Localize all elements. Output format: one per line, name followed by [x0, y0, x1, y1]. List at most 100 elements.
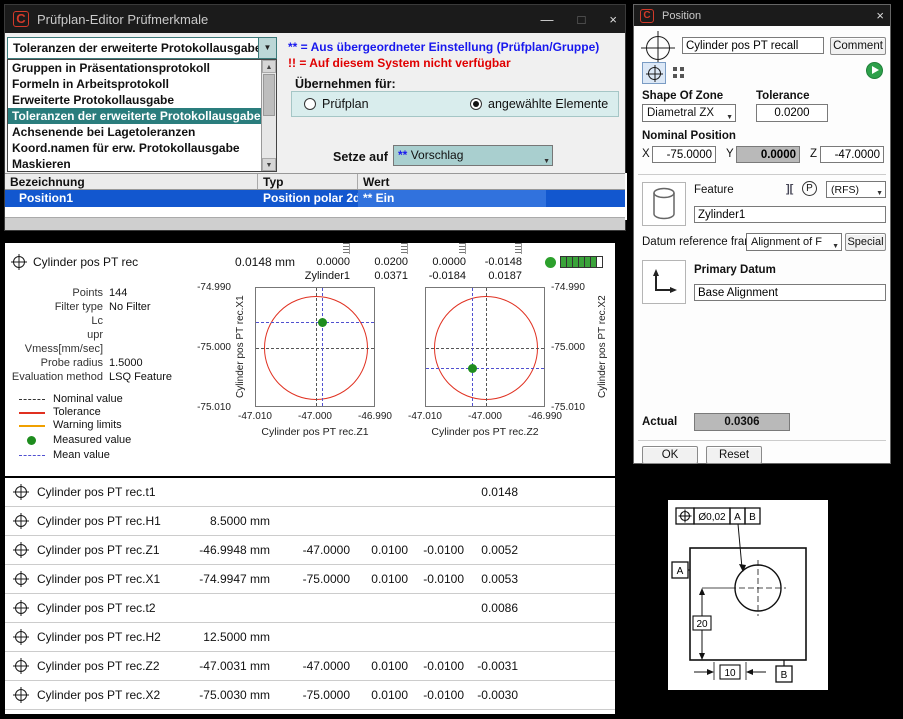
reset-button[interactable]: Reset [706, 446, 762, 464]
zone-shape-dropdown[interactable]: Diametral ZX ▼ [642, 104, 736, 122]
listbox-item[interactable]: Koord.namen für erw. Protokollausgabe [8, 140, 276, 156]
actual-value: 0.0148 mm [210, 255, 295, 269]
nominal-vline [486, 288, 487, 406]
scrollbar-thumb[interactable] [263, 74, 275, 116]
col-bezeichnung[interactable]: Bezeichnung [5, 174, 258, 189]
vertical-dimension: 20 [696, 619, 708, 630]
info-value: 144 [109, 287, 127, 299]
point-pattern-icon[interactable] [670, 64, 688, 82]
editor-client: Toleranzen der erweiterte Protokollausga… [5, 33, 625, 230]
cylinder-feature-icon[interactable] [642, 182, 686, 226]
position-mode-button[interactable] [642, 62, 666, 84]
listbox-item[interactable]: Erweiterte Protokollausgabe [8, 92, 276, 108]
y-tick: -75.000 [191, 342, 231, 353]
legend-label: Warning limits [53, 419, 122, 431]
result-deviation: 0.0148 [470, 485, 518, 499]
listbox-item[interactable]: Achsenende bei Lagetoleranzen [8, 124, 276, 140]
primary-datum-label: Primary Datum [694, 264, 776, 276]
result-row[interactable]: Cylinder pos PT rec.H2 12.5000 mm [5, 623, 615, 652]
col-wert[interactable]: Wert [358, 174, 625, 189]
chevron-down-icon[interactable]: ▼ [543, 152, 550, 166]
comment-button[interactable]: Comment [830, 37, 886, 55]
position-titlebar[interactable]: C Position × [634, 5, 890, 26]
z-nominal-input[interactable] [820, 146, 884, 163]
chevron-down-icon[interactable]: ▼ [258, 38, 276, 58]
datum-icon-box [642, 260, 686, 304]
result-row[interactable]: Cylinder pos PT rec.t2 0.0086 [5, 594, 615, 623]
setze-auf-dropdown[interactable]: ** Vorschlag ▼ [393, 145, 553, 166]
col-typ[interactable]: Typ [258, 174, 358, 189]
result-row[interactable]: Cylinder pos PT rec.Z2 -47.0031 mm -47.0… [5, 652, 615, 681]
radio-elements-label: angewählte Elemente [488, 97, 608, 111]
position-symbol-icon [679, 510, 692, 523]
x-tick: -46.990 [523, 411, 567, 422]
result-row[interactable]: Cylinder pos PT rec.X2 -75.0030 mm -75.0… [5, 681, 615, 710]
position-plot-1 [255, 287, 375, 407]
editor-titlebar[interactable]: C Prüfplan-Editor Prüfmerkmale — □ × [5, 5, 625, 33]
position-symbol-icon [13, 256, 25, 268]
characteristics-table-header: Bezeichnung Typ Wert [5, 173, 625, 190]
maximize-icon[interactable]: □ [578, 12, 586, 27]
feature-value: 0.0371 [358, 270, 408, 282]
protocol-setting-combobox[interactable]: Toleranzen der erweiterte Protokollausga… [7, 37, 277, 59]
y-nominal-input[interactable] [736, 146, 800, 163]
result-deviation: 0.0086 [470, 601, 518, 615]
characteristic-name-input[interactable] [682, 37, 824, 54]
datum-frame-dropdown[interactable]: Alignment of F ▼ [746, 233, 842, 251]
feature-name-input[interactable] [694, 206, 886, 223]
result-lower: -0.0100 [416, 688, 464, 702]
radio-angewaehlte-elemente[interactable] [470, 98, 482, 110]
mean-hline [256, 322, 374, 323]
characteristic-row-position1[interactable]: Position1 Position polar 2d ** Ein [5, 190, 625, 207]
listbox-item-selected[interactable]: Toleranzen der erweiterte Protokollausga… [8, 108, 276, 124]
rfs-dropdown[interactable]: (RFS) ▼ [826, 181, 886, 198]
measured-point [468, 364, 477, 373]
radio-pruefplan[interactable] [304, 98, 316, 110]
result-row[interactable]: Cylinder pos PT rec.Z1 -46.9948 mm -47.0… [5, 536, 615, 565]
tolerance-input[interactable] [756, 104, 828, 122]
primary-datum-input[interactable] [694, 284, 886, 301]
chevron-down-icon[interactable]: ▼ [832, 239, 839, 251]
row-bezeichnung: Position1 [5, 190, 258, 207]
result-actual: -46.9948 mm [175, 543, 270, 557]
chevron-down-icon[interactable]: ▼ [876, 186, 883, 198]
modifier-icon[interactable]: ][ [786, 183, 793, 195]
drawing-svg: Ø0,02 A B A 20 [668, 500, 828, 690]
result-actual: -74.9947 mm [175, 572, 270, 586]
legend-label: Nominal value [53, 393, 123, 405]
result-name: Cylinder pos PT rec.Z1 [37, 543, 160, 557]
listbox-item[interactable]: Maskieren [8, 156, 276, 172]
run-status-icon[interactable] [866, 62, 883, 79]
scroll-up-icon[interactable]: ▲ [262, 60, 276, 73]
note-inherited-setting: ** = Aus übergeordneter Einstellung (Prü… [288, 40, 599, 54]
result-row[interactable]: Cylinder pos PT rec.H1 8.5000 mm [5, 507, 615, 536]
position-symbol-icon [15, 515, 27, 527]
special-button[interactable]: Special [845, 233, 886, 251]
info-label: Points [5, 287, 103, 299]
x-nominal-input[interactable] [652, 146, 716, 163]
result-nominal: -75.0000 [280, 688, 350, 702]
scroll-down-icon[interactable]: ▼ [262, 158, 276, 171]
position-symbol-icon [15, 602, 27, 614]
listbox-item[interactable]: Formeln in Arbeitsprotokoll [8, 76, 276, 92]
result-row[interactable]: Cylinder pos PT rec.X1 -74.9947 mm -75.0… [5, 565, 615, 594]
close-icon[interactable]: × [876, 8, 884, 23]
upper-tolerance: 0.0200 [358, 256, 408, 268]
chevron-down-icon[interactable]: ▼ [726, 110, 733, 122]
projected-zone-icon[interactable]: P [802, 181, 817, 196]
position-symbol-icon [15, 631, 27, 643]
ok-button[interactable]: OK [642, 446, 698, 464]
position-client: Comment Shape Of Zone Tolerance Diametra… [634, 26, 890, 463]
scale-ruler-icon [343, 243, 350, 254]
result-row[interactable]: Cylinder pos PT rec.t1 0.0148 [5, 478, 615, 507]
listbox-scrollbar[interactable]: ▲ ▼ [261, 60, 276, 171]
position-panel: C Position × Comment Shape Of Zone Toler… [633, 4, 891, 464]
stars-prefix: ** [398, 148, 407, 162]
close-icon[interactable]: × [609, 12, 617, 27]
feature-label: Feature [694, 184, 734, 196]
x-tick: -46.990 [353, 411, 397, 422]
result-nominal: -75.0000 [280, 572, 350, 586]
listbox-item[interactable]: Gruppen in Präsentationsprotokoll [8, 60, 276, 76]
result-deviation: -0.0031 [470, 659, 518, 673]
minimize-icon[interactable]: — [541, 12, 554, 27]
